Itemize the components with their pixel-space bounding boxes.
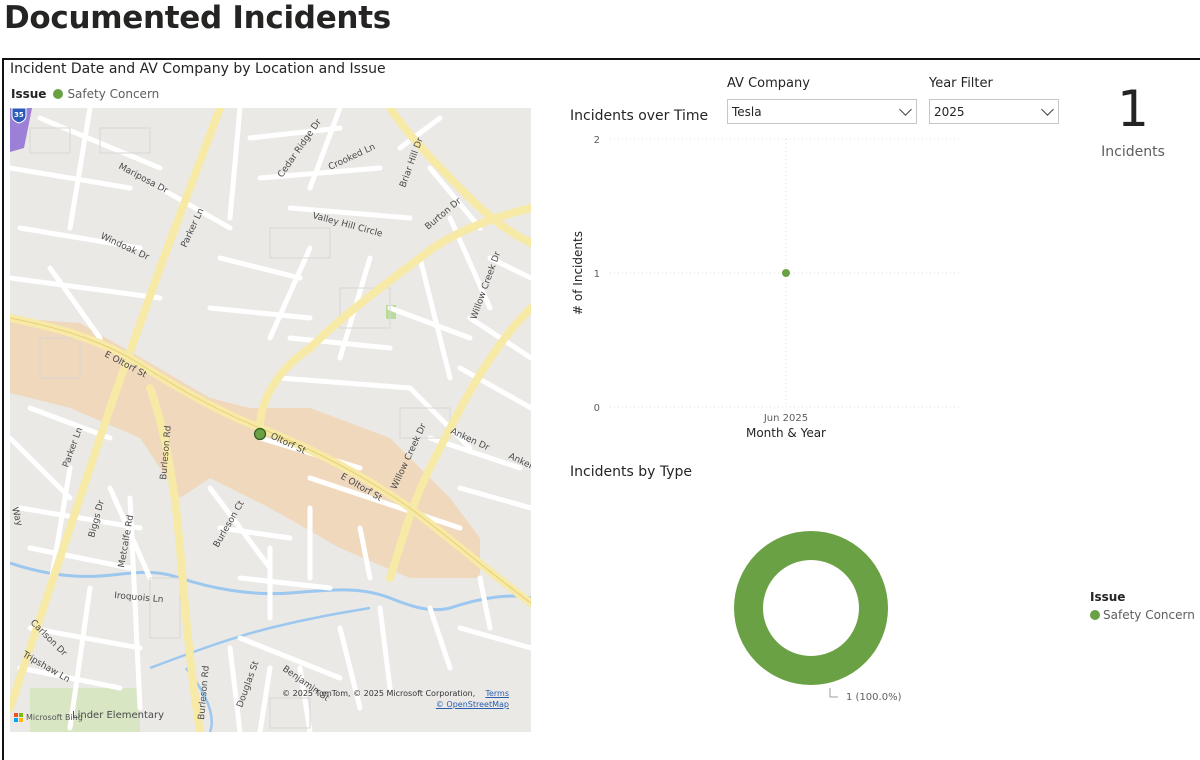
kpi-value: 1	[1117, 80, 1149, 138]
bing-logo-text: Microsoft Bing	[26, 713, 83, 722]
company-dropdown[interactable]: Tesla	[727, 99, 917, 124]
y-axis-label: # of Incidents	[571, 231, 585, 315]
data-point[interactable]	[782, 269, 790, 277]
line-chart: 0 1 2 Jun 2025 Month & Year # of Incidents	[571, 135, 962, 440]
year-dropdown-value: 2025	[934, 104, 965, 119]
y-tick-label: 2	[594, 135, 600, 146]
map-attribution: © 2025 TomTom, © 2025 Microsoft Corporat…	[282, 688, 509, 710]
microsoft-logo-icon	[14, 713, 23, 722]
donut-legend-title: Issue	[1090, 590, 1126, 604]
donut-chart: 1 (100.0%)	[734, 531, 902, 703]
highway-shield-label: 35	[14, 111, 24, 119]
company-slicer-label: AV Company	[727, 76, 810, 91]
year-dropdown[interactable]: 2025	[929, 99, 1059, 124]
map-terms-link[interactable]: Terms	[485, 689, 509, 698]
donut-slice[interactable]	[734, 531, 888, 685]
incident-marker[interactable]	[253, 427, 267, 441]
company-dropdown-value: Tesla	[732, 104, 762, 119]
donut-legend: Issue Safety Concern	[1090, 590, 1195, 622]
x-axis-label: Month & Year	[746, 426, 826, 440]
safety-concern-dot-icon	[1090, 610, 1100, 620]
y-tick-label: 0	[594, 403, 600, 414]
map-attribution-text: © 2025 TomTom, © 2025 Microsoft Corporat…	[282, 689, 476, 698]
data-label-leader	[829, 688, 838, 698]
map-osm-link[interactable]: © OpenStreetMap	[436, 700, 509, 709]
map-legend-title: Issue	[11, 87, 47, 101]
x-tick-label: Jun 2025	[763, 413, 808, 424]
chevron-down-icon	[1041, 102, 1054, 116]
school-label: Linder Elementary	[72, 710, 164, 721]
chevron-down-icon	[899, 102, 912, 116]
donut-data-label: 1 (100.0%)	[846, 692, 902, 703]
donut-legend-label: Safety Concern	[1103, 608, 1195, 622]
donut-legend-item[interactable]: Safety Concern	[1090, 608, 1195, 622]
company-slicer: AV Company Tesla	[727, 76, 917, 124]
year-slicer: Year Filter 2025	[929, 76, 1059, 124]
map-legend-item: Safety Concern	[67, 87, 160, 101]
bing-logo: Microsoft Bing	[14, 713, 83, 722]
line-chart-title: Incidents over Time	[570, 108, 709, 124]
map-canvas[interactable]: Mariposa Dr Parker Ln Cedar Ridge Dr Cro…	[10, 108, 531, 732]
map-title: Incident Date and AV Company by Location…	[10, 61, 386, 77]
safety-concern-dot-icon	[53, 89, 64, 99]
page-title: Documented Incidents	[4, 0, 391, 36]
kpi-label: Incidents	[1101, 144, 1165, 160]
year-slicer-label: Year Filter	[929, 76, 993, 91]
map-legend: Issue Safety Concern	[11, 87, 159, 101]
y-tick-label: 1	[594, 269, 600, 280]
donut-chart-title: Incidents by Type	[570, 464, 692, 480]
